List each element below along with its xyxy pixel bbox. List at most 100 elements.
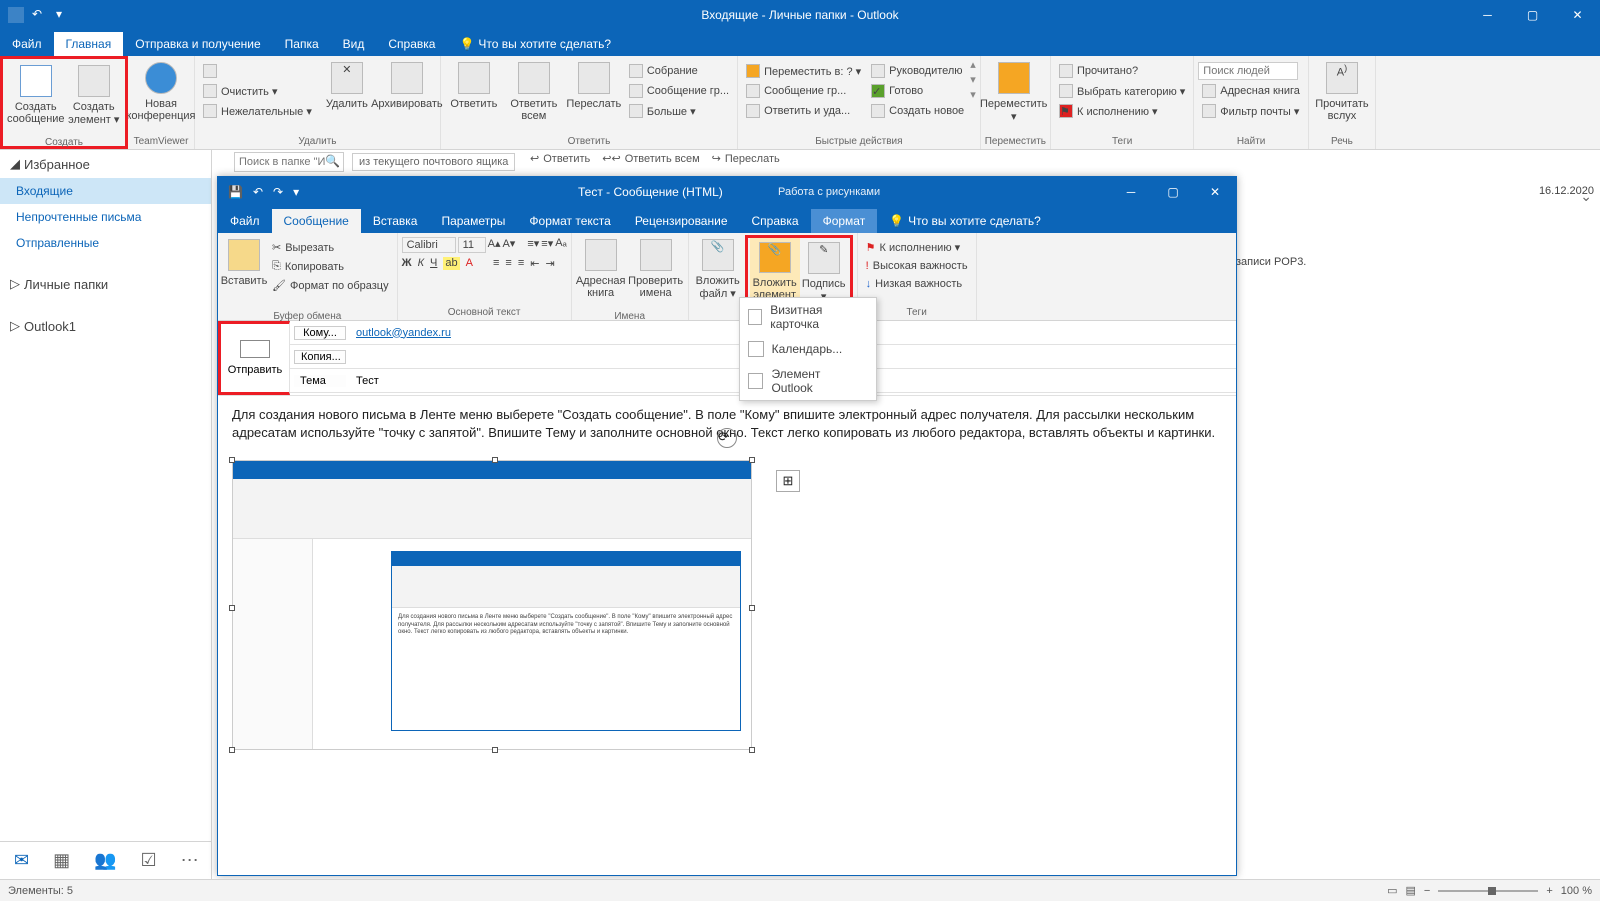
compose-tell-me[interactable]: 💡Что вы хотите сделать?	[877, 209, 1053, 233]
qat-dropdown-icon[interactable]: ▾	[56, 7, 72, 23]
qat-undo-icon[interactable]: ↶	[32, 7, 48, 23]
qat-send-receive-icon[interactable]	[8, 7, 24, 23]
pane-forward-button[interactable]: ↪Переслать	[712, 152, 780, 165]
followup-compose-button[interactable]: ⚑К исполнению ▾	[862, 239, 972, 256]
embedded-screenshot[interactable]: Для создания нового письма в Ленте меню …	[232, 460, 752, 750]
dropdown-business-card[interactable]: Визитная карточка	[740, 298, 876, 336]
search-icon[interactable]: 🔍	[325, 154, 340, 168]
followup-button[interactable]: ⚑К исполнению ▾	[1055, 102, 1189, 120]
compose-minimize-button[interactable]: ─	[1110, 177, 1152, 207]
compose-tab-insert[interactable]: Вставка	[361, 209, 430, 233]
compose-close-button[interactable]: ✕	[1194, 177, 1236, 207]
compose-save-icon[interactable]: 💾	[228, 185, 243, 199]
folder-unread[interactable]: Непрочтенные письма	[0, 204, 211, 230]
view-reading-icon[interactable]: ▤	[1406, 884, 1416, 897]
filter-mail-button[interactable]: Фильтр почты ▾	[1198, 102, 1304, 120]
compose-qat-more-icon[interactable]: ▾	[293, 185, 299, 199]
align-right-button[interactable]: ≡	[518, 257, 524, 270]
indent-more-button[interactable]: ⇥	[545, 257, 554, 270]
nav-more-icon[interactable]: ⋯	[181, 850, 199, 871]
meeting-button[interactable]: Собрание	[625, 62, 733, 80]
nav-mail-icon[interactable]: ✉	[14, 850, 29, 871]
im-button[interactable]: Сообщение гр...	[625, 82, 733, 100]
tab-help[interactable]: Справка	[376, 32, 447, 56]
search-scope-selector[interactable]: из текущего почтового ящика	[352, 153, 515, 171]
paste-button[interactable]: Вставить	[222, 235, 266, 311]
new-item-button[interactable]: Создать элемент ▾	[67, 61, 121, 137]
nav-tasks-icon[interactable]: ☑	[141, 850, 157, 871]
reply-all-button[interactable]: Ответить всем	[505, 58, 563, 134]
archive-button[interactable]: Архивировать	[378, 58, 436, 134]
address-book-button[interactable]: Адресная книга	[1198, 82, 1304, 100]
attach-file-button[interactable]: 📎Вложить файл ▾	[693, 235, 743, 311]
search-people-input[interactable]	[1198, 62, 1298, 80]
check-names-button[interactable]: Проверить имена	[628, 235, 684, 311]
tab-view[interactable]: Вид	[331, 32, 377, 56]
font-size-select[interactable]: 11	[458, 237, 486, 253]
pane-reply-button[interactable]: ↩Ответить	[530, 152, 590, 165]
align-left-button[interactable]: ≡	[493, 257, 499, 270]
tab-file[interactable]: Файл	[0, 32, 54, 56]
rotate-handle-icon[interactable]: ⟳	[717, 428, 737, 448]
compose-tab-format-text[interactable]: Формат текста	[517, 209, 622, 233]
done-button[interactable]: ✓Готово	[867, 82, 968, 100]
compose-body[interactable]: Для создания нового письма в Ленте меню …	[218, 396, 1236, 875]
more-reply-button[interactable]: Больше ▾	[625, 102, 733, 120]
delete-button[interactable]: ✕Удалить	[318, 58, 376, 134]
forward-button[interactable]: Переслать	[565, 58, 623, 134]
teamviewer-button[interactable]: Новая конференция	[132, 58, 190, 134]
highlight-button[interactable]: ab	[443, 257, 459, 270]
categorize-button[interactable]: Выбрать категорию ▾	[1055, 82, 1189, 100]
clean-button[interactable]: Очистить ▾	[199, 82, 316, 100]
junk-button[interactable]: Нежелательные ▾	[199, 102, 316, 120]
italic-button[interactable]: К	[418, 257, 424, 270]
bullets-button[interactable]: ≡▾	[527, 237, 539, 253]
tab-home[interactable]: Главная	[54, 32, 124, 56]
collapse-todobar-button[interactable]: ⌄	[1576, 184, 1596, 209]
cut-button[interactable]: ✂Вырезать	[268, 239, 393, 256]
read-unread-button[interactable]: Прочитано?	[1055, 62, 1189, 80]
compose-tab-message[interactable]: Сообщение	[272, 209, 361, 233]
underline-button[interactable]: Ч	[430, 257, 437, 270]
create-new-button[interactable]: Создать новое	[867, 102, 968, 120]
font-color-button[interactable]: A	[466, 257, 473, 270]
send-button[interactable]: Отправить	[218, 321, 290, 395]
compose-tab-help[interactable]: Справка	[740, 209, 811, 233]
grow-font-button[interactable]: A▴	[488, 237, 501, 253]
indent-less-button[interactable]: ⇤	[530, 257, 539, 270]
read-aloud-button[interactable]: A)Прочитать вслух	[1313, 58, 1371, 134]
layout-options-button[interactable]: ⊞	[776, 470, 800, 492]
compose-redo-icon[interactable]: ↷	[273, 185, 283, 199]
dropdown-outlook-item[interactable]: Элемент Outlook	[740, 362, 876, 400]
folder-sent[interactable]: Отправленные	[0, 230, 211, 256]
folder-inbox[interactable]: Входящие	[0, 178, 211, 204]
compose-tab-options[interactable]: Параметры	[429, 209, 517, 233]
personal-folders-header[interactable]: ▷Личные папки	[0, 270, 211, 298]
compose-tab-file[interactable]: Файл	[218, 209, 272, 233]
tab-send-receive[interactable]: Отправка и получение	[123, 32, 272, 56]
zoom-out-button[interactable]: −	[1424, 885, 1430, 897]
ignore-button[interactable]	[199, 62, 316, 80]
to-field-button[interactable]: Кому...	[294, 326, 346, 340]
nav-calendar-icon[interactable]: ▦	[53, 850, 70, 871]
numbering-button[interactable]: ≡▾	[541, 237, 553, 253]
compose-maximize-button[interactable]: ▢	[1152, 177, 1194, 207]
zoom-in-button[interactable]: +	[1546, 885, 1552, 897]
format-painter-button[interactable]: 🖌Формат по образцу	[268, 277, 393, 294]
new-mail-button[interactable]: Создать сообщение	[7, 61, 65, 137]
compose-tab-review[interactable]: Рецензирование	[623, 209, 740, 233]
high-importance-button[interactable]: !Высокая важность	[862, 258, 972, 274]
tab-folder[interactable]: Папка	[273, 32, 331, 56]
align-center-button[interactable]: ≡	[505, 257, 511, 270]
team-email-button[interactable]: Сообщение гр...	[742, 82, 865, 100]
reply-button[interactable]: Ответить	[445, 58, 503, 134]
low-importance-button[interactable]: ↓Низкая важность	[862, 276, 972, 292]
window-minimize-button[interactable]: ─	[1465, 0, 1510, 30]
compose-undo-icon[interactable]: ↶	[253, 185, 263, 199]
cc-field-button[interactable]: Копия...	[294, 350, 346, 364]
move-to-button[interactable]: Переместить в: ? ▾	[742, 62, 865, 80]
tell-me-input[interactable]: 💡Что вы хотите сделать?	[447, 32, 623, 56]
window-maximize-button[interactable]: ▢	[1510, 0, 1555, 30]
view-normal-icon[interactable]: ▭	[1387, 884, 1397, 897]
dropdown-calendar[interactable]: Календарь...	[740, 336, 876, 362]
